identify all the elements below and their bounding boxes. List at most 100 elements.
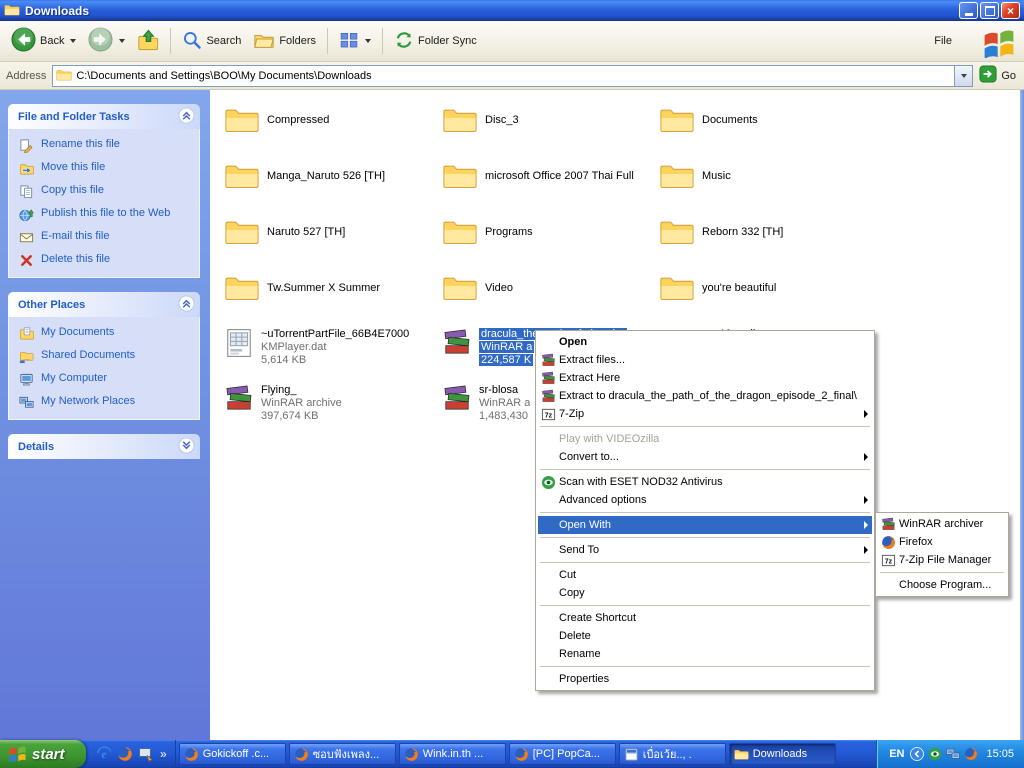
winrar-icon xyxy=(224,384,254,423)
menu-item-label: Open With xyxy=(559,519,611,531)
file-tile-folder[interactable]: Tw.Summer X Summer xyxy=(224,272,440,304)
sidebar-item[interactable]: Copy this file xyxy=(19,184,195,199)
firefox-icon[interactable] xyxy=(964,747,978,761)
sidebar-item[interactable]: Rename this file xyxy=(19,138,195,153)
taskbar-button[interactable]: เบื่อเว้ย.., . xyxy=(618,743,726,765)
maximize-button[interactable] xyxy=(980,2,999,19)
address-dropdown-button[interactable] xyxy=(954,65,973,86)
file-menu[interactable]: File xyxy=(926,33,960,49)
file-tile[interactable]: ~uTorrentPartFile_66B4E7000 KMPlayer.dat 5… xyxy=(224,328,440,367)
menu-item[interactable]: Convert to... xyxy=(538,448,872,466)
file-tile-folder[interactable]: Manga_Naruto 526 [TH] xyxy=(224,160,440,192)
menu-item[interactable]: WinRAR archiver xyxy=(878,515,1006,533)
datfile-icon xyxy=(224,328,254,367)
menu-item[interactable]: 7z 7-Zip File Manager xyxy=(878,551,1006,569)
publish-icon xyxy=(19,207,35,222)
file-tile-folder[interactable]: Disc_3 xyxy=(442,104,658,136)
ie-icon[interactable]: e xyxy=(96,746,112,762)
file-tile-folder[interactable]: Music xyxy=(659,160,875,192)
address-folder-icon xyxy=(56,68,72,84)
views-button[interactable] xyxy=(334,28,376,55)
chevron-up-icon[interactable] xyxy=(178,106,195,127)
sidebar-item[interactable]: E-mail this file xyxy=(19,230,195,245)
menu-item[interactable]: Cut xyxy=(538,566,872,584)
back-dropdown-icon[interactable] xyxy=(70,39,77,43)
search-icon xyxy=(182,30,202,53)
sidebar-item[interactable]: Shared Documents xyxy=(19,349,195,364)
file-tile-folder[interactable]: you're beautiful xyxy=(659,272,875,304)
chevron-left-icon[interactable] xyxy=(910,747,925,761)
sidebar-item[interactable]: Move this file xyxy=(19,161,195,176)
sidebar-item[interactable]: Publish this file to the Web xyxy=(19,207,195,222)
file-tile-folder[interactable]: Naruto 527 [TH] xyxy=(224,216,440,248)
menu-item[interactable]: Open xyxy=(538,333,872,351)
menu-item[interactable]: Extract Here xyxy=(538,369,872,387)
menu-item[interactable]: Delete xyxy=(538,627,872,645)
address-path: C:\Documents and Settings\BOO\My Documen… xyxy=(76,69,372,82)
taskbar-button[interactable]: [PC] PopCa... xyxy=(508,743,616,765)
sidebar-panel-header[interactable]: Other Places xyxy=(8,292,200,317)
start-button[interactable]: start xyxy=(0,740,86,768)
address-input[interactable]: C:\Documents and Settings\BOO\My Documen… xyxy=(52,64,974,87)
sidebar-panel-header[interactable]: Details xyxy=(8,434,200,459)
menu-item[interactable]: Choose Program... xyxy=(878,576,1006,594)
menu-item[interactable]: Open With xyxy=(538,516,872,534)
chevron-up-icon[interactable] xyxy=(178,294,195,315)
toolbar-separator xyxy=(170,28,172,54)
menu-item[interactable]: Extract to dracula_the_path_of_the_drago… xyxy=(538,387,872,405)
eset-icon[interactable] xyxy=(928,747,942,761)
file-tile[interactable]: Flying_ WinRAR archive 397,674 KB xyxy=(224,384,440,423)
sidebar-panel-header[interactable]: File and Folder Tasks xyxy=(8,104,200,129)
show-desktop-icon[interactable] xyxy=(138,746,154,762)
forward-dropdown-icon[interactable] xyxy=(119,39,126,43)
menu-item[interactable]: Advanced options xyxy=(538,491,872,509)
views-dropdown-icon[interactable] xyxy=(365,39,372,43)
taskbar-button[interactable]: ซอบฟังเพลง... xyxy=(288,743,396,765)
quick-launch-overflow[interactable]: » xyxy=(159,747,168,761)
menu-item-label: Choose Program... xyxy=(899,579,992,591)
file-tile-folder[interactable]: Compressed xyxy=(224,104,440,136)
back-button[interactable]: Back xyxy=(6,25,81,57)
folder-sync-button[interactable]: Folder Sync xyxy=(389,28,482,55)
menu-item-label: Play with VIDEOzilla xyxy=(559,433,660,445)
file-tile-folder[interactable]: Programs xyxy=(442,216,658,248)
chevron-down-icon[interactable] xyxy=(178,436,195,457)
taskbar-button[interactable]: Gokickoff .c... xyxy=(178,743,286,765)
winrar-icon xyxy=(538,353,559,368)
menu-separator xyxy=(540,537,870,538)
menu-item[interactable]: Firefox xyxy=(878,533,1006,551)
taskbar-button-label: Wink.in.th ... xyxy=(422,748,484,760)
folders-button[interactable]: Folders xyxy=(248,27,321,56)
language-indicator[interactable]: EN xyxy=(889,748,904,760)
menu-item[interactable]: Scan with ESET NOD32 Antivirus xyxy=(538,473,872,491)
forward-button[interactable] xyxy=(83,25,130,57)
menu-item[interactable]: Rename xyxy=(538,645,872,663)
file-tile-folder[interactable]: Video xyxy=(442,272,658,304)
file-tile-folder[interactable]: Documents xyxy=(659,104,875,136)
taskbar-button[interactable]: Downloads xyxy=(728,743,836,765)
sidebar-item[interactable]: My Computer xyxy=(19,372,195,387)
menu-item[interactable]: Copy xyxy=(538,584,872,602)
menu-item[interactable]: Extract files... xyxy=(538,351,872,369)
window-icon xyxy=(4,3,20,19)
close-button[interactable]: × xyxy=(1001,2,1020,19)
firefox-icon[interactable] xyxy=(117,746,133,762)
system-tray: EN 15:05 xyxy=(876,740,1024,768)
up-button[interactable] xyxy=(132,27,164,56)
minimize-button[interactable] xyxy=(959,2,978,19)
sidebar-item[interactable]: Delete this file xyxy=(19,253,195,268)
sidebar-item[interactable]: My Documents xyxy=(19,326,195,341)
file-tile-folder[interactable]: Reborn 332 [TH] xyxy=(659,216,875,248)
go-button[interactable]: Go xyxy=(979,65,1018,86)
search-button[interactable]: Search xyxy=(177,28,246,55)
taskbar-button[interactable]: Wink.in.th ... xyxy=(398,743,506,765)
menu-item[interactable]: Create Shortcut xyxy=(538,609,872,627)
mydocs-icon xyxy=(19,326,35,341)
menu-item[interactable]: Properties xyxy=(538,670,872,688)
search-label: Search xyxy=(206,35,242,47)
file-tile-folder[interactable]: microsoft Office 2007 Thai Full xyxy=(442,160,658,192)
menu-item[interactable]: Send To xyxy=(538,541,872,559)
network-icon[interactable] xyxy=(946,747,961,761)
sidebar-item[interactable]: My Network Places xyxy=(19,395,195,410)
menu-item[interactable]: 7z 7-Zip xyxy=(538,405,872,423)
